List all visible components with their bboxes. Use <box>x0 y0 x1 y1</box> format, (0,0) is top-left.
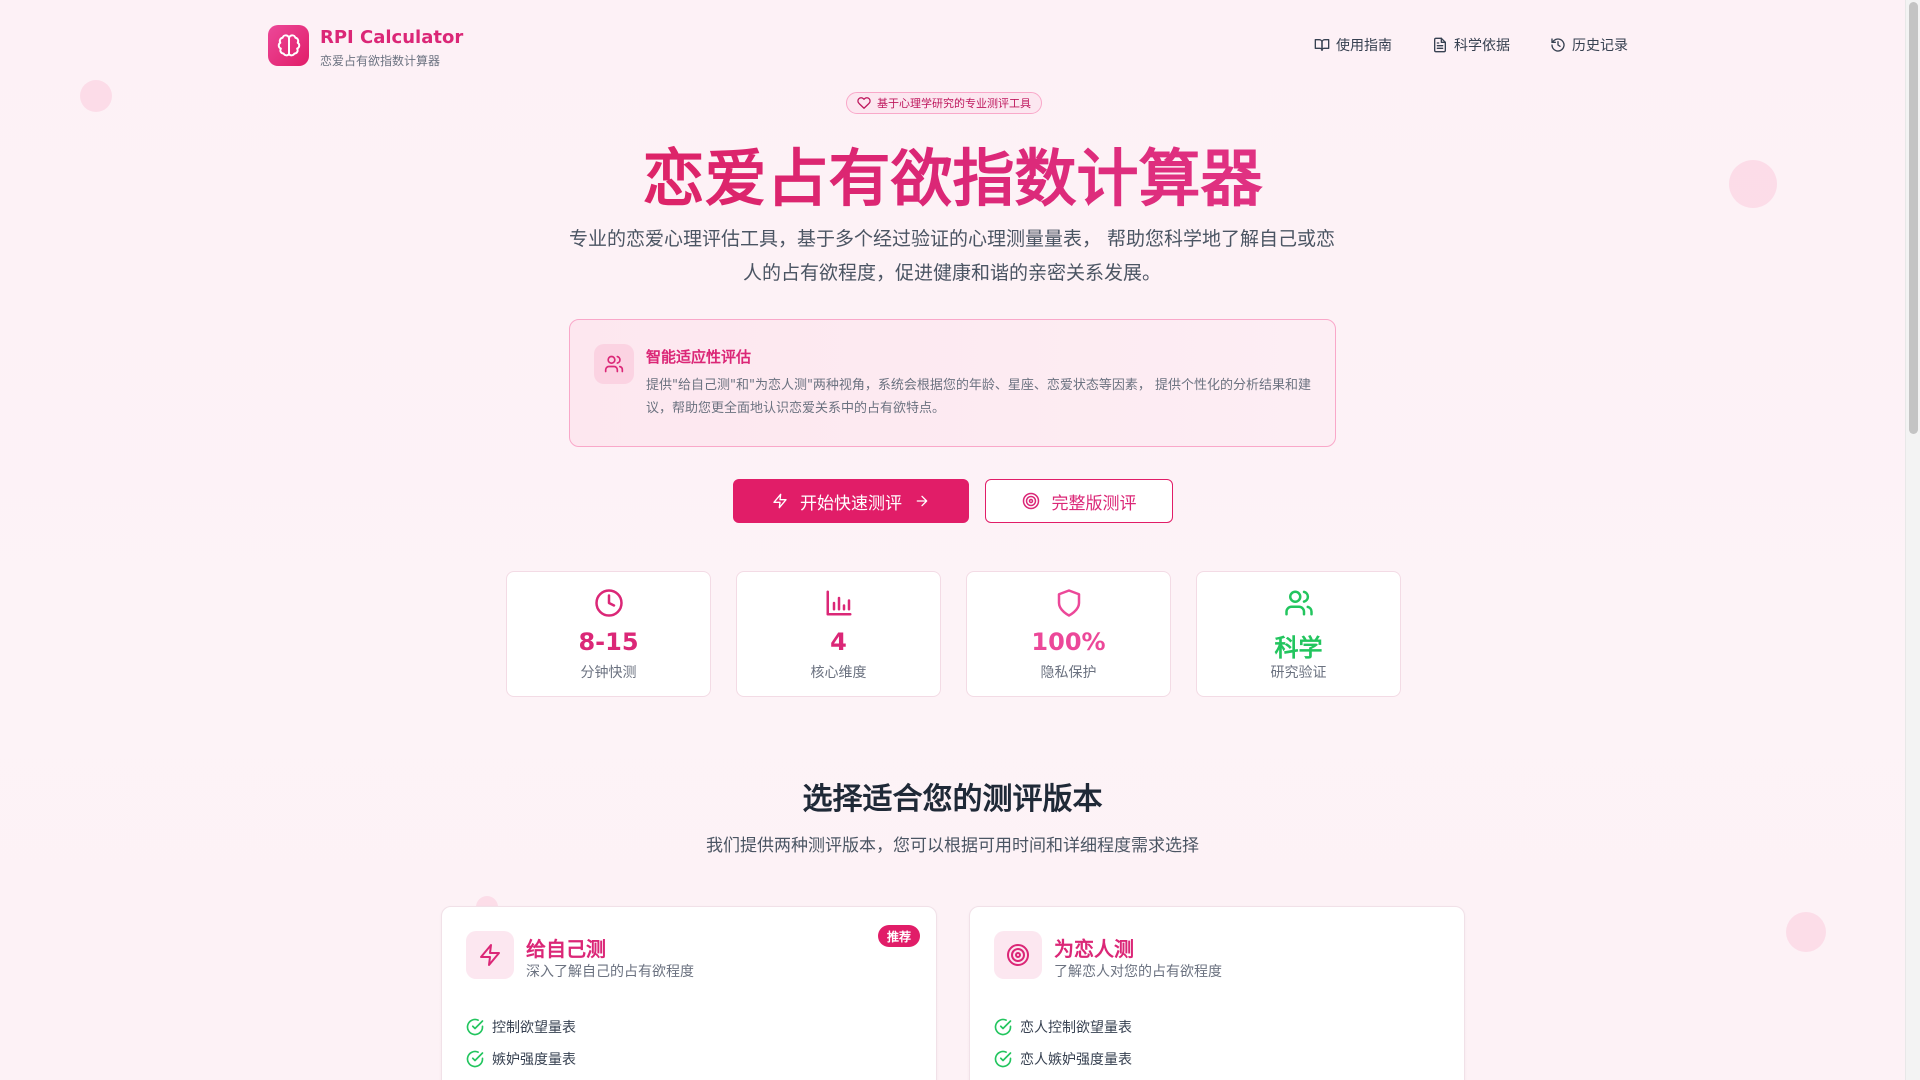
hero-badge-label: 基于心理学研究的专业测评工具 <box>877 97 1031 110</box>
version-subtitle: 深入了解自己的占有欲程度 <box>526 964 694 980</box>
decor-blob <box>80 80 112 112</box>
full-test-button[interactable]: 完整版测评 <box>985 479 1173 523</box>
stat-label: 隐私保护 <box>1040 665 1097 681</box>
check-circle-icon <box>466 1018 484 1036</box>
full-test-label: 完整版测评 <box>1051 493 1137 514</box>
app-title[interactable]: RPI Calculator <box>320 27 463 48</box>
app-subtitle: 恋爱占有欲指数计算器 <box>320 54 441 68</box>
check-circle-icon <box>994 1050 1012 1068</box>
vertical-scrollbar[interactable] <box>1905 0 1920 1080</box>
info-card-text: 提供"给自己测"和"为恋人测"两种视角，系统会根据您的年龄、星座、恋爱状态等因素… <box>646 378 1312 416</box>
recommended-badge: 推荐 <box>877 925 920 947</box>
nav-history[interactable]: 历史记录 <box>1550 35 1628 55</box>
zap-icon <box>466 931 514 979</box>
feature-label: 嫉妒强度量表 <box>492 1052 576 1068</box>
nav-history-label: 历史记录 <box>1572 38 1628 54</box>
bar-chart-icon <box>826 590 851 616</box>
stat-card-dimensions: 4 核心维度 <box>736 571 941 697</box>
book-open-icon <box>1314 39 1330 51</box>
stat-value: 4 <box>830 628 847 656</box>
history-icon <box>1551 38 1565 52</box>
users-icon <box>594 344 634 384</box>
quick-test-button[interactable]: 开始快速测评 <box>733 479 969 523</box>
stat-value: 100% <box>1031 628 1106 656</box>
hero-badge: 基于心理学研究的专业测评工具 <box>846 92 1042 114</box>
brain-logo-icon[interactable] <box>268 25 309 66</box>
heart-icon <box>857 97 871 109</box>
adaptive-info-card: 智能适应性评估 提供"给自己测"和"为恋人测"两种视角，系统会根据您的年龄、星座… <box>569 319 1336 447</box>
clock-icon <box>594 589 623 617</box>
check-circle-icon <box>994 1018 1012 1036</box>
feature-label: 恋人嫉妒强度量表 <box>1020 1052 1132 1068</box>
stat-label: 研究验证 <box>1270 665 1327 681</box>
feature-item: 恋人控制欲望量表 <box>994 1017 1132 1037</box>
feature-item: 恋人嫉妒强度量表 <box>994 1049 1132 1069</box>
stat-card-privacy: 100% 隐私保护 <box>966 571 1171 697</box>
stat-label: 分钟快测 <box>580 665 637 681</box>
version-card-partner[interactable]: 为恋人测 了解恋人对您的占有欲程度 恋人控制欲望量表 恋人嫉妒强度量表 <box>969 906 1465 1080</box>
info-card-title: 智能适应性评估 <box>646 348 752 366</box>
version-title: 给自己测 <box>526 937 606 961</box>
nav-science-label: 科学依据 <box>1454 38 1510 54</box>
hero-description: 专业的恋爱心理评估工具，基于多个经过验证的心理测量量表， 帮助您科学地了解自己或… <box>568 228 1336 284</box>
file-text-icon <box>1434 37 1446 53</box>
hero-title: 恋爱占有欲指数计算器 <box>0 128 1905 218</box>
zap-icon <box>773 493 787 509</box>
top-nav: 使用指南 科学依据 历史记录 <box>1314 35 1628 55</box>
versions-section-title: 选择适合您的测评版本 <box>802 782 1103 817</box>
version-subtitle: 了解恋人对您的占有欲程度 <box>1054 964 1222 980</box>
stat-card-duration: 8-15 分钟快测 <box>506 571 711 697</box>
stat-card-science: 科学 研究验证 <box>1196 571 1401 697</box>
shield-icon <box>1057 589 1080 617</box>
version-title: 为恋人测 <box>1054 937 1134 961</box>
nav-guide-label: 使用指南 <box>1336 38 1392 54</box>
feature-label: 控制欲望量表 <box>492 1020 576 1036</box>
site-header: RPI Calculator 恋爱占有欲指数计算器 使用指南 科学依据 历史记录 <box>268 25 1628 69</box>
feature-item: 嫉妒强度量表 <box>466 1049 576 1069</box>
stat-label: 核心维度 <box>810 665 867 681</box>
users-icon <box>1284 590 1313 616</box>
stat-value: 科学 <box>1274 634 1323 662</box>
version-card-self[interactable]: 给自己测 深入了解自己的占有欲程度 推荐 控制欲望量表 嫉妒强度量表 <box>441 906 937 1080</box>
target-icon <box>1022 492 1039 510</box>
check-circle-icon <box>466 1050 484 1068</box>
nav-guide[interactable]: 使用指南 <box>1314 35 1392 55</box>
quick-test-label: 开始快速测评 <box>800 493 902 514</box>
decor-blob <box>1786 912 1826 952</box>
feature-label: 恋人控制欲望量表 <box>1020 1020 1132 1036</box>
page: RPI Calculator 恋爱占有欲指数计算器 使用指南 科学依据 历史记录… <box>0 0 1905 1080</box>
arrow-right-icon <box>916 495 928 507</box>
nav-science[interactable]: 科学依据 <box>1432 35 1510 55</box>
feature-item: 控制欲望量表 <box>466 1017 576 1037</box>
target-icon <box>994 931 1042 979</box>
scrollbar-thumb[interactable] <box>1909 2 1918 434</box>
stat-value: 8-15 <box>578 628 639 656</box>
versions-section-subtitle: 我们提供两种测评版本，您可以根据可用时间和详细程度需求选择 <box>706 836 1199 856</box>
